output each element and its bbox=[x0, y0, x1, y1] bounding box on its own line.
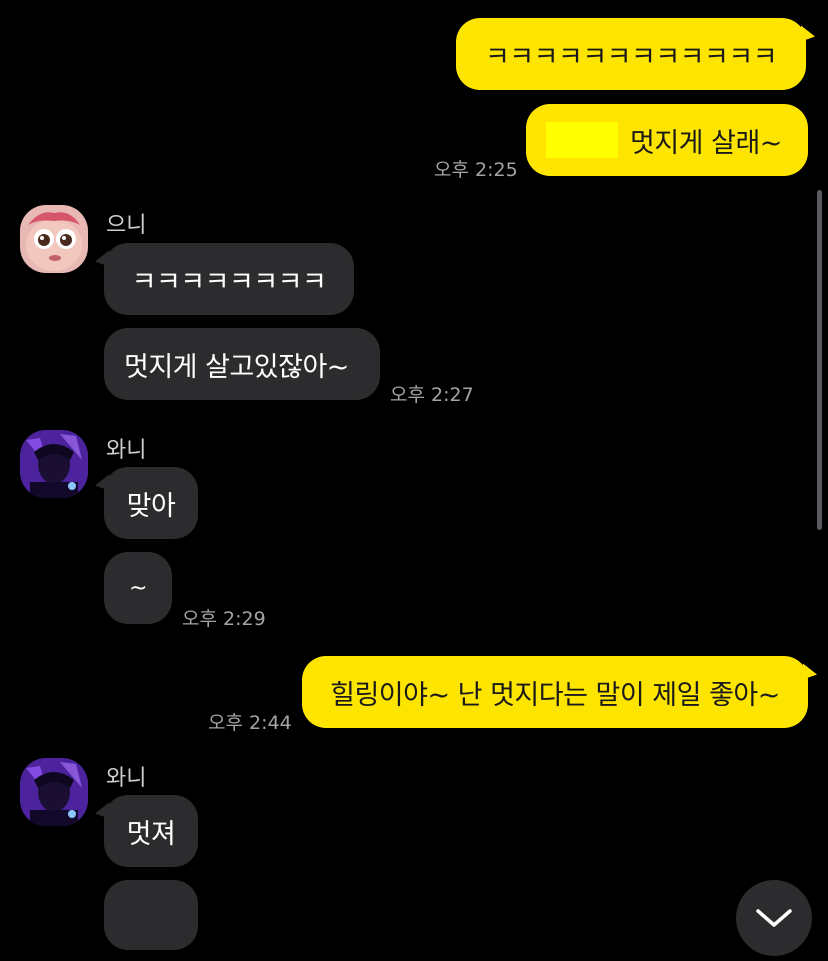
my-message-bubble[interactable]: 멋지게 살래~ bbox=[526, 104, 808, 176]
sender-name: 으니 bbox=[106, 213, 147, 238]
profile-picture bbox=[20, 430, 88, 498]
other-message-bubble[interactable]: 맞아 bbox=[104, 467, 198, 539]
profile-picture bbox=[20, 205, 88, 273]
message-text: 맞아 bbox=[126, 490, 176, 522]
other-message-bubble[interactable]: ~ bbox=[104, 552, 172, 624]
my-message-bubble[interactable]: 힐링이야~ 난 멋지다는 말이 제일 좋아~ bbox=[302, 656, 808, 728]
redaction-mark bbox=[546, 122, 618, 158]
scrollbar[interactable] bbox=[817, 190, 822, 530]
avatar[interactable] bbox=[20, 430, 88, 498]
chevron-down-icon bbox=[756, 909, 792, 927]
other-message-bubble[interactable]: 멋지게 살고있잖아~ bbox=[104, 328, 380, 400]
message-timestamp: 오후 2:29 bbox=[182, 608, 266, 630]
message-timestamp: 오후 2:25 bbox=[434, 159, 518, 181]
message-text: 멋지게 살래~ bbox=[630, 127, 782, 159]
message-timestamp: 오후 2:27 bbox=[390, 384, 474, 406]
sender-name: 와니 bbox=[106, 438, 147, 463]
message-text: ㅋㅋㅋㅋㅋㅋㅋㅋ bbox=[131, 266, 327, 298]
chat-room: ㅋㅋㅋㅋㅋㅋㅋㅋㅋㅋㅋㅋ 오후 2:25 멋지게 살래~ 으니 ㅋㅋㅋㅋㅋㅋㅋㅋ… bbox=[0, 0, 828, 961]
message-text: ㅋㅋㅋㅋㅋㅋㅋㅋㅋㅋㅋㅋ bbox=[484, 41, 778, 73]
other-message-bubble[interactable]: 멋져 bbox=[104, 795, 198, 867]
message-text: 멋지게 살고있잖아~ bbox=[124, 351, 349, 383]
avatar[interactable] bbox=[20, 758, 88, 826]
scroll-to-bottom-button[interactable] bbox=[736, 880, 812, 956]
message-timestamp: 오후 2:44 bbox=[208, 712, 292, 734]
my-message-bubble[interactable]: ㅋㅋㅋㅋㅋㅋㅋㅋㅋㅋㅋㅋ bbox=[456, 18, 806, 90]
sender-name: 와니 bbox=[106, 766, 147, 791]
message-text: ~ bbox=[129, 575, 147, 601]
avatar[interactable] bbox=[20, 205, 88, 273]
other-message-bubble[interactable] bbox=[104, 880, 198, 950]
profile-picture bbox=[20, 758, 88, 826]
other-message-bubble[interactable]: ㅋㅋㅋㅋㅋㅋㅋㅋ bbox=[104, 243, 354, 315]
message-text: 힐링이야~ 난 멋지다는 말이 제일 좋아~ bbox=[330, 679, 780, 711]
message-text: 멋져 bbox=[126, 818, 176, 850]
